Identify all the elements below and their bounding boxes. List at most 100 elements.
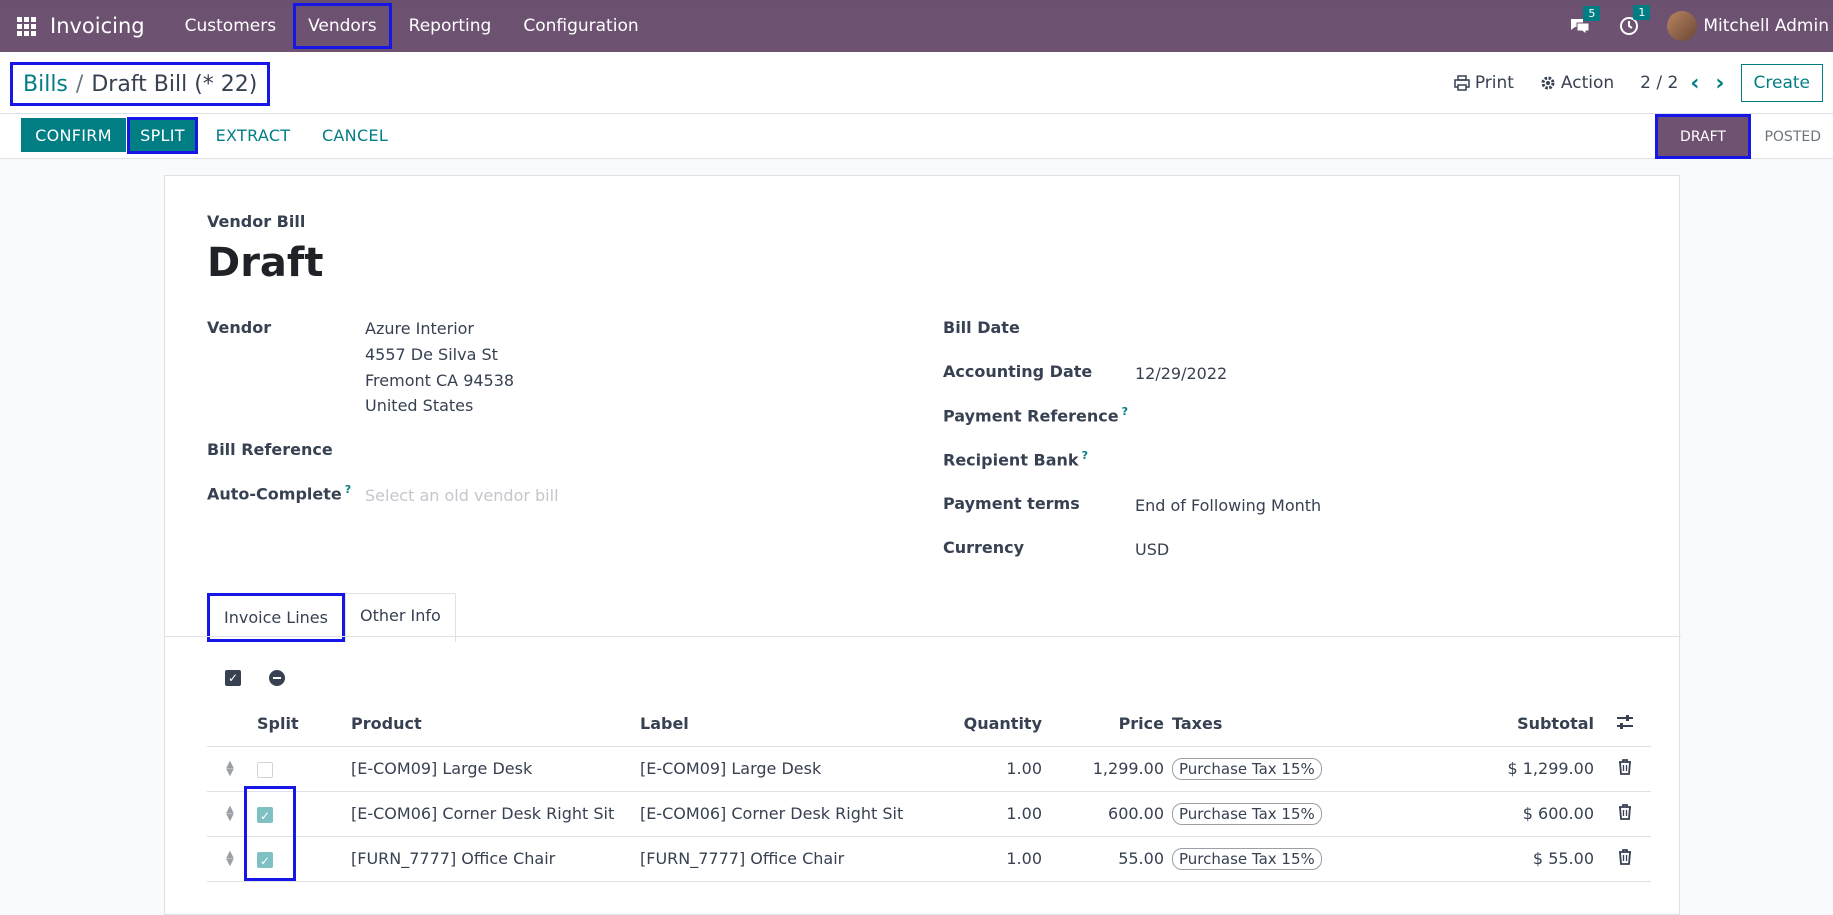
drag-handle-icon[interactable]: ▲ ▼ (207, 746, 253, 792)
form-subtitle: Vendor Bill (207, 212, 306, 231)
help-icon[interactable]: ? (1082, 449, 1088, 462)
accounting-date-field[interactable]: 12/29/2022 (1135, 364, 1227, 383)
header-label[interactable]: Label (636, 702, 946, 747)
breadcrumb-separator: / (75, 71, 84, 97)
cell-label[interactable]: [FURN_7777] Office Chair (636, 836, 946, 882)
recipient-bank-label-text: Recipient Bank (943, 450, 1079, 470)
tab-invoice-lines[interactable]: Invoice Lines (207, 593, 345, 642)
tax-tag[interactable]: Purchase Tax 15% (1172, 758, 1322, 780)
cancel-button[interactable]: CANCEL (314, 118, 396, 152)
help-icon[interactable]: ? (1122, 405, 1128, 418)
tax-tag[interactable]: Purchase Tax 15% (1172, 803, 1322, 825)
messages-button[interactable]: 5 (1569, 6, 1601, 35)
menu-vendors[interactable]: Vendors (292, 2, 393, 50)
tab-other-info[interactable]: Other Info (344, 593, 456, 642)
payment-terms-field[interactable]: End of Following Month (1135, 496, 1321, 515)
currency-field[interactable]: USD (1135, 540, 1169, 559)
delete-row-icon[interactable] (1598, 746, 1651, 792)
cell-quantity[interactable]: 1.00 (946, 791, 1046, 837)
cell-product[interactable]: [E-COM06] Corner Desk Right Sit (347, 791, 636, 837)
cell-quantity[interactable]: 1.00 (946, 836, 1046, 882)
cell-price[interactable]: 55.00 (1046, 836, 1168, 882)
cell-subtotal: $ 55.00 (1468, 836, 1598, 882)
table-row[interactable]: ▲ ▼ [E-COM09] Large Desk [E-COM09] Large … (207, 746, 1651, 792)
auto-complete-label: Auto-Complete? (207, 483, 351, 503)
user-avatar[interactable] (1667, 11, 1698, 41)
vendor-label: Vendor (207, 318, 272, 337)
cell-label[interactable]: [E-COM06] Corner Desk Right Sit (636, 791, 946, 837)
confirm-button[interactable]: CONFIRM (21, 118, 126, 152)
pager-next-icon[interactable]: › (1715, 71, 1724, 96)
app-name[interactable]: Invoicing (50, 14, 145, 38)
accounting-date-label: Accounting Date (943, 362, 1093, 381)
currency-label: Currency (943, 538, 1025, 557)
payment-reference-label: Payment Reference? (943, 405, 1128, 425)
vendor-name[interactable]: Azure Interior (365, 319, 474, 338)
status-draft[interactable]: DRAFT (1655, 114, 1751, 159)
select-all-checkbox-icon[interactable]: ✓ (225, 670, 241, 686)
cell-subtotal: $ 1,299.00 (1468, 746, 1598, 792)
deselect-all-icon[interactable] (269, 670, 285, 686)
split-checkbox[interactable] (253, 746, 347, 792)
split-button[interactable]: SPLIT (127, 117, 198, 154)
top-navbar: Invoicing Customers Vendors Reporting Co… (0, 0, 1833, 52)
vendor-address-line-1: 4557 De Silva St (365, 345, 498, 364)
cell-taxes[interactable]: Purchase Tax 15% (1168, 791, 1468, 837)
header-handle (207, 702, 253, 747)
delete-row-icon[interactable] (1598, 791, 1651, 837)
menu-customers[interactable]: Customers (169, 0, 292, 52)
bill-date-label: Bill Date (943, 318, 1020, 337)
lines-table: Split Product Label Quantity Price Taxes… (207, 702, 1651, 882)
form-tabs: Invoice Lines Other Info (207, 593, 456, 642)
breadcrumb-bills-link[interactable]: Bills (23, 72, 68, 97)
auto-complete-label-text: Auto-Complete (207, 484, 342, 504)
header-quantity[interactable]: Quantity (946, 702, 1046, 747)
apps-menu-icon[interactable] (0, 0, 52, 52)
table-row[interactable]: ▲ ▼ ✓ [FURN_7777] Office Chair [FURN_7777… (207, 836, 1651, 882)
vendor-address-line-3: United States (365, 396, 474, 415)
delete-row-icon[interactable] (1598, 836, 1651, 882)
payment-terms-label: Payment terms (943, 494, 1080, 513)
recipient-bank-label: Recipient Bank? (943, 449, 1088, 469)
extract-button[interactable]: EXTRACT (212, 118, 294, 152)
tab-divider (165, 636, 1681, 637)
cell-quantity[interactable]: 1.00 (946, 746, 1046, 792)
cell-product[interactable]: [E-COM09] Large Desk (347, 746, 636, 792)
menu-reporting[interactable]: Reporting (393, 0, 508, 52)
cell-product[interactable]: [FURN_7777] Office Chair (347, 836, 636, 882)
header-product[interactable]: Product (347, 702, 636, 747)
cell-taxes[interactable]: Purchase Tax 15% (1168, 746, 1468, 792)
control-panel: Bills / Draft Bill (* 22) Print Action 2… (0, 52, 1833, 114)
invoice-lines-table: ✓ Split Product Label Quantity Price Tax… (207, 664, 1651, 882)
status-bar: CONFIRM SPLIT EXTRACT CANCEL DRAFT POSTE… (0, 114, 1833, 159)
cell-price[interactable]: 600.00 (1046, 791, 1168, 837)
header-split[interactable]: Split (253, 702, 347, 747)
action-label: Action (1560, 73, 1615, 93)
pager-previous-icon[interactable]: ‹ (1690, 71, 1699, 96)
print-button[interactable]: Print (1454, 73, 1514, 93)
header-taxes[interactable]: Taxes (1168, 702, 1468, 747)
tax-tag[interactable]: Purchase Tax 15% (1172, 848, 1322, 870)
action-button[interactable]: Action (1540, 73, 1614, 93)
cell-label[interactable]: [E-COM09] Large Desk (636, 746, 946, 792)
cell-price[interactable]: 1,299.00 (1046, 746, 1168, 792)
activities-button[interactable]: 1 (1619, 5, 1651, 36)
menu-configuration[interactable]: Configuration (507, 0, 654, 52)
header-subtotal[interactable]: Subtotal (1468, 702, 1598, 747)
breadcrumb-current: Draft Bill (* 22) (91, 71, 258, 97)
gear-icon (1541, 76, 1555, 90)
create-button[interactable]: Create (1740, 64, 1823, 102)
user-name[interactable]: Mitchell Admin (1703, 16, 1829, 36)
print-icon (1454, 75, 1470, 91)
cell-taxes[interactable]: Purchase Tax 15% (1168, 836, 1468, 882)
auto-complete-input[interactable]: Select an old vendor bill (365, 486, 559, 505)
pager-value[interactable]: 2 / 2 (1640, 73, 1678, 93)
table-header-row: Split Product Label Quantity Price Taxes… (207, 702, 1651, 747)
status-posted[interactable]: POSTED (1764, 114, 1821, 159)
table-row[interactable]: ▲ ▼ ✓ [E-COM06] Corner Desk Right Sit [E-… (207, 791, 1651, 837)
column-settings-icon[interactable] (1598, 702, 1651, 747)
activities-count-badge: 1 (1633, 5, 1651, 20)
payment-reference-label-text: Payment Reference (943, 406, 1119, 426)
header-price[interactable]: Price (1046, 702, 1168, 747)
help-icon[interactable]: ? (345, 483, 351, 496)
